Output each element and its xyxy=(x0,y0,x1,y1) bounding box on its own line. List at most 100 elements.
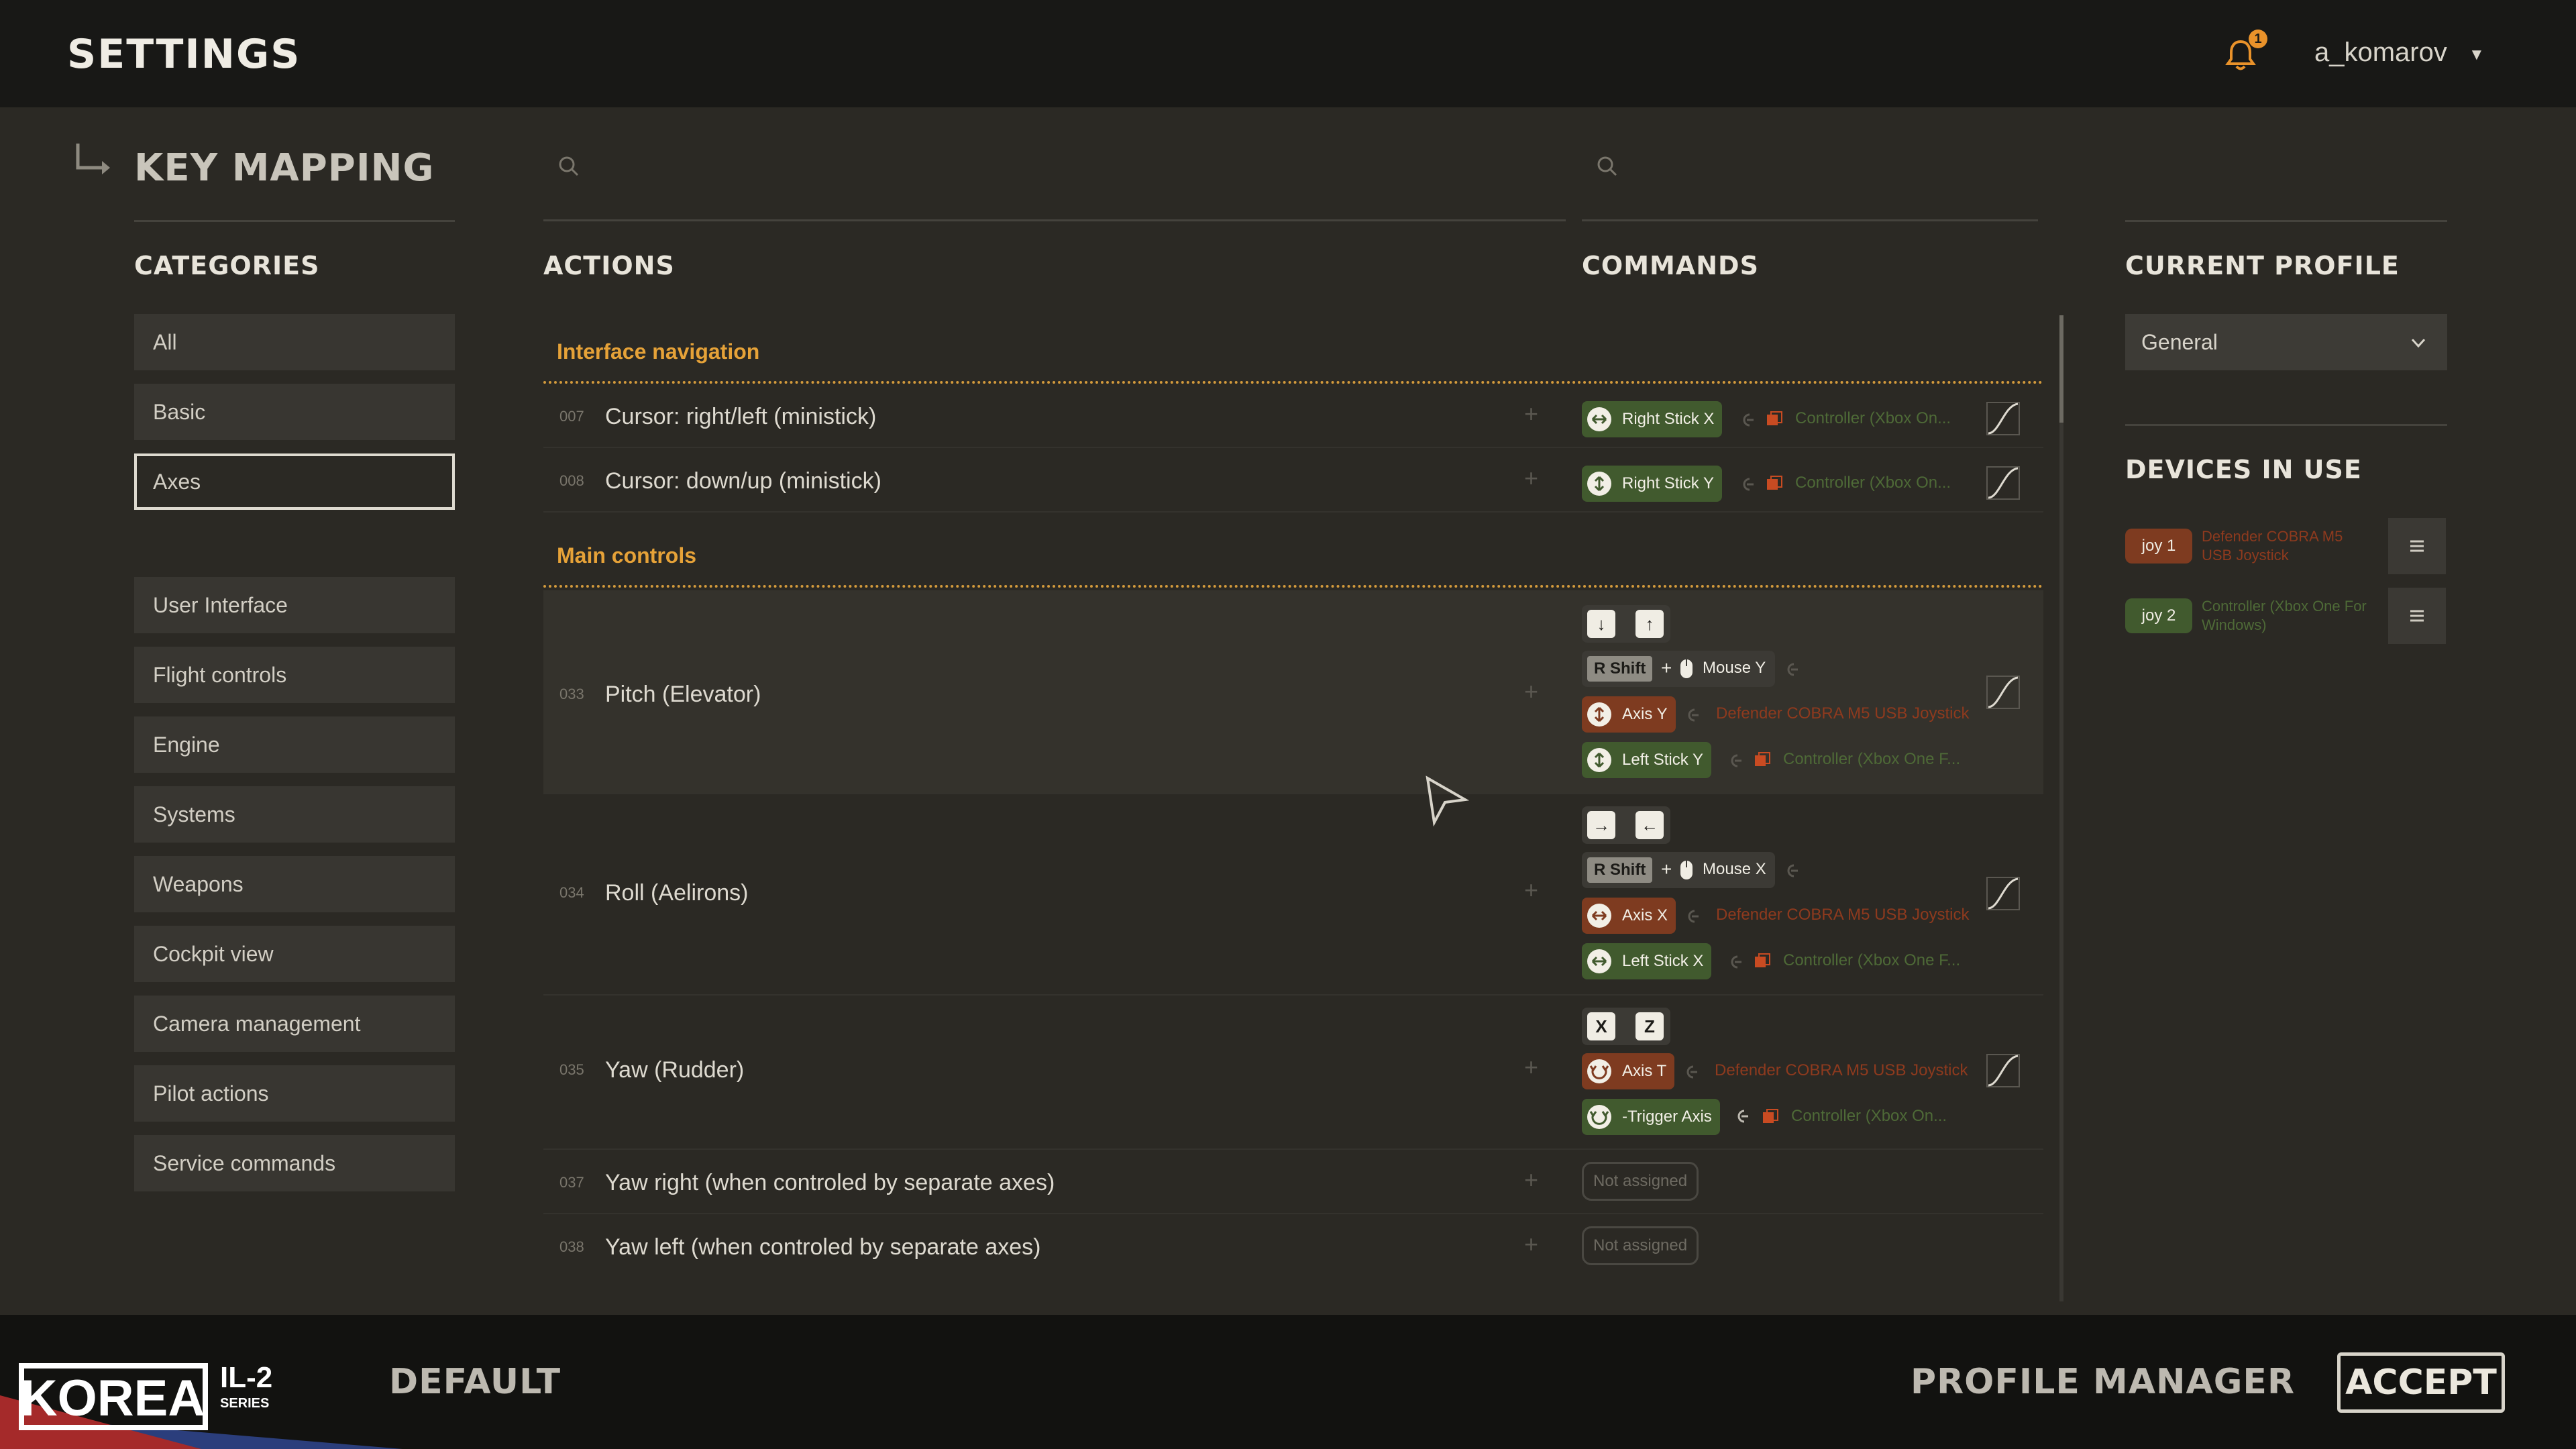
action-name: Pitch (Elevator) xyxy=(605,682,761,707)
command-chip-rshift-mouse-y[interactable]: R Shift + Mouse Y xyxy=(1582,651,1775,687)
add-command-button[interactable]: + xyxy=(1524,678,1538,706)
commands-scrollbar-track[interactable] xyxy=(2059,315,2063,1301)
device-menu-button-joy1[interactable] xyxy=(2388,518,2446,574)
back-arrow-icon[interactable] xyxy=(72,141,115,178)
svg-text:KOREA: KOREA xyxy=(21,1370,205,1427)
device-menu-button-joy2[interactable] xyxy=(2388,588,2446,644)
action-number: 038 xyxy=(559,1238,584,1255)
xbox-device-icon xyxy=(1767,476,1782,490)
category-service-commands[interactable]: Service commands xyxy=(134,1135,455,1191)
link-icon xyxy=(1686,1065,1697,1079)
horizontal-axis-icon xyxy=(1587,949,1611,973)
mouse-icon xyxy=(1680,659,1693,678)
command-chip-right-stick-x[interactable]: Right Stick X xyxy=(1582,401,1723,437)
link-icon xyxy=(1787,663,1798,676)
link-icon xyxy=(1787,864,1798,877)
action-number: 033 xyxy=(559,686,584,702)
actions-search-input[interactable] xyxy=(543,134,1566,221)
rotation-axis-icon xyxy=(1587,1059,1611,1083)
key-x: X xyxy=(1587,1012,1615,1040)
default-button[interactable]: DEFAULT xyxy=(389,1362,561,1402)
add-command-button[interactable]: + xyxy=(1524,1166,1538,1194)
accept-button[interactable]: ACCEPT xyxy=(2337,1352,2505,1413)
notification-badge: 1 xyxy=(2249,30,2267,48)
actions-list: Interface navigation 007 Cursor: right/l… xyxy=(543,315,2043,1308)
command-chip-axis-x[interactable]: Axis X xyxy=(1582,898,1676,934)
key-combo-right-left[interactable]: → ← xyxy=(1582,806,1670,844)
hamburger-menu-icon xyxy=(2410,610,2424,622)
top-bar xyxy=(0,0,2576,107)
add-command-button[interactable]: + xyxy=(1524,876,1538,904)
add-command-button[interactable]: + xyxy=(1524,464,1538,492)
command-chip-left-stick-y[interactable]: Left Stick Y xyxy=(1582,742,1711,778)
axis-curve-icon[interactable] xyxy=(1986,1053,2021,1088)
categories-heading: CATEGORIES xyxy=(134,251,320,280)
action-number: 034 xyxy=(559,884,584,901)
category-all[interactable]: All xyxy=(134,314,455,370)
axis-curve-icon[interactable] xyxy=(1986,401,2021,436)
search-icon xyxy=(1597,156,1617,176)
devices-separator xyxy=(2125,424,2447,426)
device-name: Controller (Xbox On... xyxy=(1791,1107,1947,1125)
svg-text:SERIES: SERIES xyxy=(220,1396,269,1411)
vertical-axis-icon xyxy=(1587,748,1611,772)
command-chip-axis-y[interactable]: Axis Y xyxy=(1582,696,1676,733)
key-combo-x-z[interactable]: X Z xyxy=(1582,1008,1670,1045)
not-assigned-slot[interactable]: Not assigned xyxy=(1582,1226,1699,1265)
axis-curve-icon[interactable] xyxy=(1986,675,2021,710)
category-weapons[interactable]: Weapons xyxy=(134,856,455,912)
xbox-device-icon xyxy=(1755,953,1770,967)
vertical-axis-icon xyxy=(1587,702,1611,727)
axis-curve-icon[interactable] xyxy=(1986,876,2021,911)
category-user-interface[interactable]: User Interface xyxy=(134,577,455,633)
link-icon xyxy=(1743,478,1754,491)
category-engine[interactable]: Engine xyxy=(134,716,455,773)
xbox-device-icon xyxy=(1755,752,1770,766)
command-chip-trigger-axis[interactable]: -Trigger Axis xyxy=(1582,1099,1720,1135)
add-command-button[interactable]: + xyxy=(1524,1053,1538,1081)
user-dropdown-caret-icon[interactable]: ▼ xyxy=(2469,46,2485,64)
link-icon xyxy=(1688,910,1699,923)
hamburger-menu-icon xyxy=(2410,540,2424,552)
action-number: 008 xyxy=(559,472,584,489)
command-chip-rshift-mouse-x[interactable]: R Shift + Mouse X xyxy=(1582,852,1775,888)
add-command-button[interactable]: + xyxy=(1524,400,1538,428)
arrow-up-key-icon: ↑ xyxy=(1635,610,1664,638)
key-combo-down-up[interactable]: ↓ ↑ xyxy=(1582,605,1670,643)
category-axes[interactable]: Axes xyxy=(134,453,455,510)
axis-curve-icon[interactable] xyxy=(1986,466,2021,500)
mouse-cursor-icon xyxy=(1426,775,1470,826)
r-shift-key: R Shift xyxy=(1587,857,1653,883)
not-assigned-slot[interactable]: Not assigned xyxy=(1582,1162,1699,1201)
actions-heading: ACTIONS xyxy=(543,251,675,280)
category-flight-controls[interactable]: Flight controls xyxy=(134,647,455,703)
chevron-down-icon[interactable] xyxy=(2408,333,2428,353)
profile-select[interactable]: General xyxy=(2125,314,2447,370)
category-basic[interactable]: Basic xyxy=(134,384,455,440)
device-name: Controller (Xbox One F... xyxy=(1783,951,1961,969)
command-chip-axis-t[interactable]: Axis T xyxy=(1582,1053,1675,1089)
device-name-joy1: Defender COBRA M5 USB Joystick xyxy=(2202,528,2343,564)
action-row-037[interactable]: 037 Yaw right (when controled by separat… xyxy=(543,1151,2043,1214)
add-command-button[interactable]: + xyxy=(1524,1230,1538,1258)
category-pilot-actions[interactable]: Pilot actions xyxy=(134,1065,455,1122)
search-icon xyxy=(559,156,579,176)
action-name: Yaw left (when controled by separate axe… xyxy=(605,1234,1041,1260)
action-name: Yaw right (when controled by separate ax… xyxy=(605,1170,1055,1195)
commands-search-input[interactable] xyxy=(1582,134,2038,221)
username[interactable]: a_komarov xyxy=(2314,38,2447,68)
device-name: Defender COBRA M5 USB Joystick xyxy=(1716,906,1970,924)
action-name: Yaw (Rudder) xyxy=(605,1057,745,1083)
device-badge-joy1: joy 1 xyxy=(2125,529,2192,564)
category-cockpit-view[interactable]: Cockpit view xyxy=(134,926,455,982)
category-systems[interactable]: Systems xyxy=(134,786,455,843)
profile-separator xyxy=(2125,220,2447,222)
group-header-interface-navigation: Interface navigation xyxy=(557,339,760,364)
profile-manager-button[interactable]: PROFILE MANAGER xyxy=(1911,1362,2295,1402)
command-chip-left-stick-x[interactable]: Left Stick X xyxy=(1582,943,1712,979)
device-badge-joy2: joy 2 xyxy=(2125,598,2192,633)
action-row-038[interactable]: 038 Yaw left (when controled by separate… xyxy=(543,1216,2043,1279)
category-camera-management[interactable]: Camera management xyxy=(134,996,455,1052)
commands-scrollbar-thumb[interactable] xyxy=(2059,315,2063,423)
command-chip-right-stick-y[interactable]: Right Stick Y xyxy=(1582,466,1722,502)
